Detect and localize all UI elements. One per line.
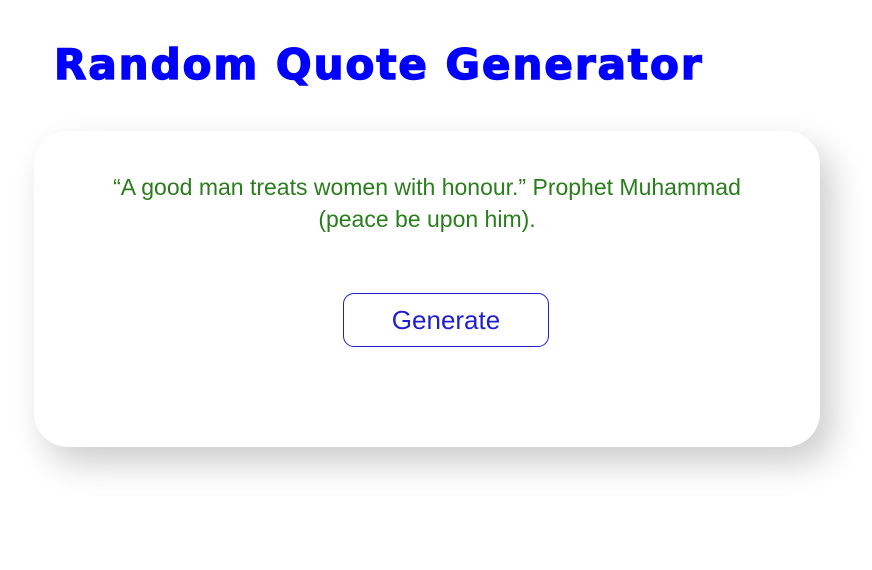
app-title: Random Quote Generator <box>53 39 704 90</box>
generate-button[interactable]: Generate <box>343 293 549 347</box>
page: Random Quote Generator “A good man treat… <box>0 0 872 570</box>
quote-card: “A good man treats women with honour.” P… <box>34 131 820 447</box>
quote-text: “A good man treats women with honour.” P… <box>113 174 741 232</box>
